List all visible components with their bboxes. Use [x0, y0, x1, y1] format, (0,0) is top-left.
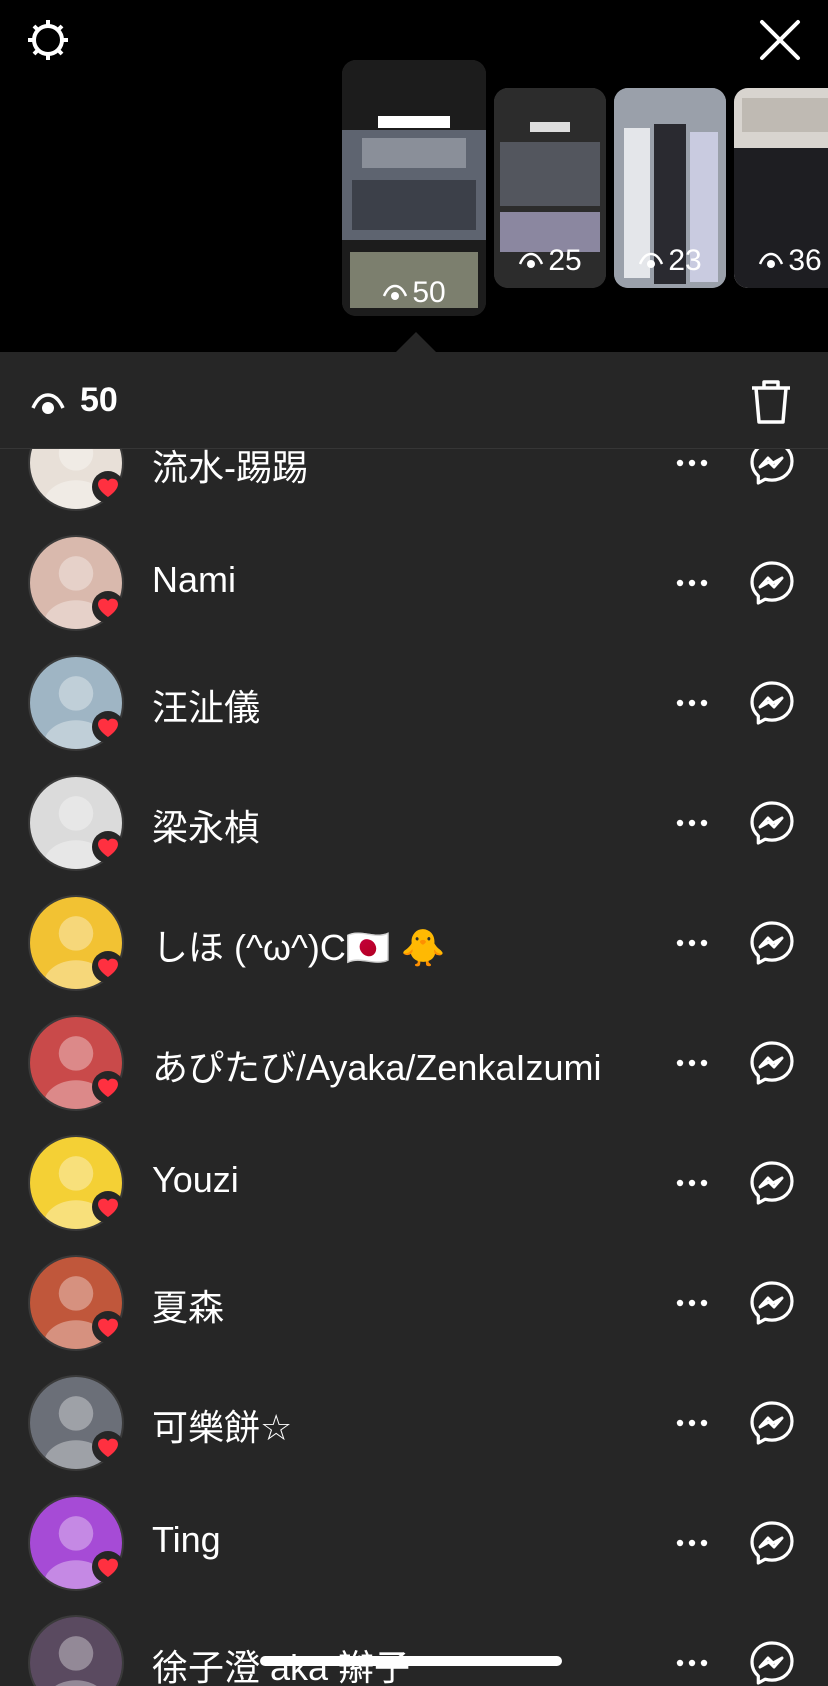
- messenger-icon[interactable]: [748, 1039, 796, 1087]
- eye-icon: [383, 284, 408, 300]
- more-options-icon[interactable]: [672, 449, 712, 483]
- viewer-name: 流水-踢踢: [152, 449, 308, 488]
- viewer-row[interactable]: Youzi: [0, 1123, 828, 1243]
- messenger-icon[interactable]: [748, 1159, 796, 1207]
- more-options-icon[interactable]: [672, 803, 712, 843]
- heart-icon: [98, 598, 118, 617]
- viewer-row[interactable]: 梁永楨: [0, 763, 828, 883]
- story-view-count: 50: [342, 276, 486, 310]
- liked-badge: [92, 1071, 124, 1103]
- more-options-icon[interactable]: [672, 923, 712, 963]
- viewer-name: しほ (^ω^)C🇯🇵 🐥: [152, 927, 446, 968]
- viewer-name: 汪沚儀: [152, 687, 261, 728]
- messenger-icon[interactable]: [748, 1519, 796, 1567]
- viewer-name: 可樂餅☆: [152, 1407, 293, 1448]
- liked-badge: [92, 591, 124, 623]
- viewer-row[interactable]: しほ (^ω^)C🇯🇵 🐥: [0, 883, 828, 1003]
- heart-icon: [98, 1198, 118, 1217]
- viewer-list: 流水-踢踢 Nami 汪沚儀 梁永楨 しほ (^ω^)C🇯🇵 🐥 あぴたび/Ay…: [0, 449, 828, 1686]
- viewer-row[interactable]: 可樂餅☆: [0, 1363, 828, 1483]
- viewer-row[interactable]: あぴたび/Ayaka/ZenkaIzumi: [0, 1003, 828, 1123]
- heart-icon: [98, 478, 118, 497]
- heart-icon: [98, 718, 118, 737]
- story-thumbnail-2[interactable]: 25: [494, 88, 606, 288]
- more-options-icon[interactable]: [672, 1283, 712, 1323]
- heart-icon: [98, 1318, 118, 1337]
- viewer-row[interactable]: 徐子澄 aka 辮子: [0, 1603, 828, 1686]
- eye-icon: [759, 252, 784, 268]
- selected-story-pointer: [396, 332, 436, 352]
- liked-badge: [92, 1191, 124, 1223]
- viewer-name: 夏森: [152, 1287, 225, 1328]
- story-thumbnail-1[interactable]: 50: [342, 60, 486, 316]
- liked-badge: [92, 1551, 124, 1583]
- heart-icon: [98, 958, 118, 977]
- heart-icon: [98, 1558, 118, 1577]
- viewer-name: あぴたび/Ayaka/ZenkaIzumi: [152, 1047, 602, 1088]
- heart-icon: [98, 1438, 118, 1457]
- viewer-row[interactable]: Nami: [0, 523, 828, 643]
- liked-badge: [92, 471, 124, 503]
- more-options-icon[interactable]: [672, 1643, 712, 1683]
- heart-icon: [98, 1078, 118, 1097]
- home-indicator[interactable]: [260, 1656, 562, 1666]
- story-view-count: 25: [494, 244, 606, 278]
- view-count: 50: [80, 381, 118, 419]
- viewer-row[interactable]: Ting: [0, 1483, 828, 1603]
- viewer-row[interactable]: 流水-踢踢: [0, 449, 828, 523]
- more-options-icon[interactable]: [672, 683, 712, 723]
- story-view-count: 23: [614, 244, 726, 278]
- messenger-icon[interactable]: [748, 559, 796, 607]
- avatar-image: [30, 1617, 122, 1686]
- gear-icon[interactable]: [24, 16, 72, 64]
- liked-badge: [92, 1311, 124, 1343]
- viewer-row[interactable]: 汪沚儀: [0, 643, 828, 763]
- heart-icon: [98, 838, 118, 857]
- messenger-icon[interactable]: [748, 919, 796, 967]
- eye-icon: [31, 393, 65, 414]
- more-options-icon[interactable]: [672, 1163, 712, 1203]
- viewer-row[interactable]: 夏森: [0, 1243, 828, 1363]
- messenger-icon[interactable]: [748, 679, 796, 727]
- more-options-icon[interactable]: [672, 1523, 712, 1563]
- views-summary-bar: [0, 352, 828, 449]
- messenger-icon[interactable]: [748, 1279, 796, 1327]
- messenger-icon[interactable]: [748, 449, 796, 487]
- liked-badge: [92, 951, 124, 983]
- viewer-name: Nami: [152, 559, 237, 600]
- liked-badge: [92, 1431, 124, 1463]
- viewer-name: Youzi: [152, 1159, 239, 1200]
- avatar[interactable]: [28, 1615, 124, 1686]
- messenger-icon[interactable]: [748, 1639, 796, 1686]
- story-view-count: 36: [734, 244, 828, 278]
- liked-badge: [92, 831, 124, 863]
- more-options-icon[interactable]: [672, 563, 712, 603]
- messenger-icon[interactable]: [748, 799, 796, 847]
- viewer-name: Ting: [152, 1519, 221, 1560]
- viewer-name: 梁永楨: [152, 807, 261, 848]
- eye-icon: [639, 252, 664, 268]
- story-thumbnail-3[interactable]: 23: [614, 88, 726, 288]
- more-options-icon[interactable]: [672, 1403, 712, 1443]
- trash-icon[interactable]: [750, 378, 792, 426]
- eye-icon: [519, 252, 544, 268]
- messenger-icon[interactable]: [748, 1399, 796, 1447]
- more-options-icon[interactable]: [672, 1043, 712, 1083]
- story-thumbnail-4[interactable]: 36: [734, 88, 828, 288]
- close-icon[interactable]: [756, 16, 804, 64]
- liked-badge: [92, 711, 124, 743]
